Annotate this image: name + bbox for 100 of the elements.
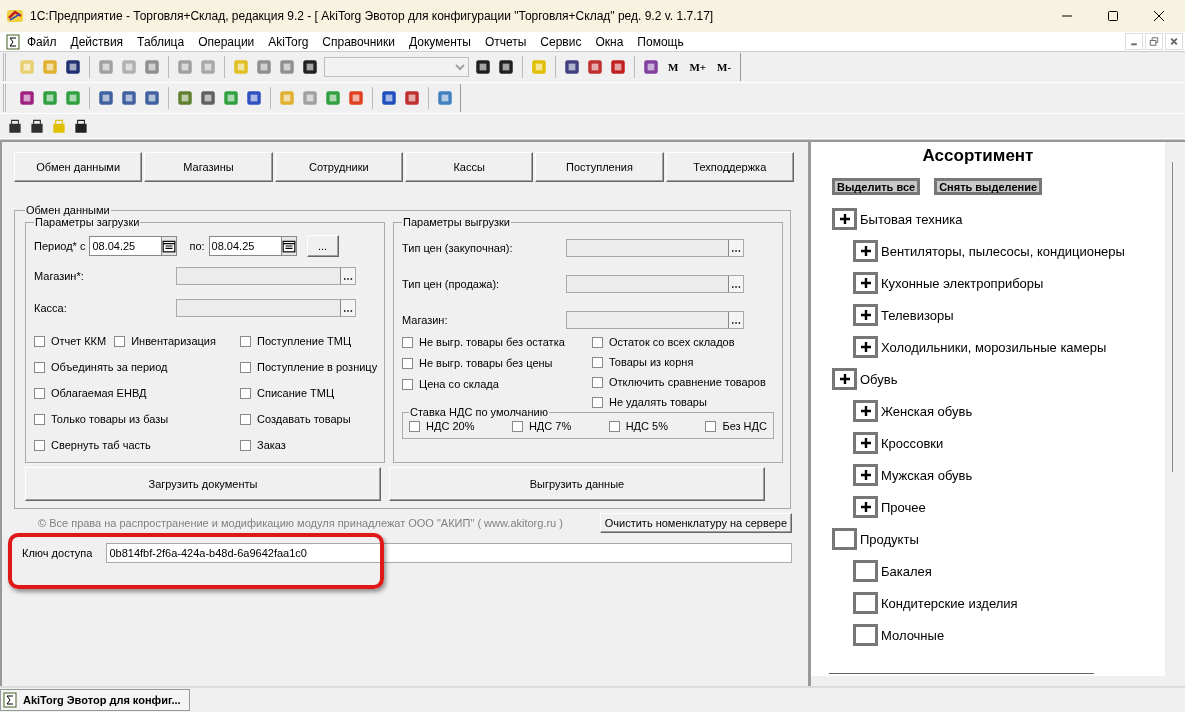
deselect-all-button[interactable]: Снять выделение [934,178,1043,195]
checkbox[interactable] [240,387,251,399]
checkbox[interactable] [34,387,45,399]
tree-item[interactable]: Бытовая техника [860,211,963,227]
checkbox-label: Не удалять товары [609,396,707,408]
menu-item[interactable]: Операции [191,34,262,49]
checkbox[interactable] [240,361,251,373]
checkbox[interactable] [511,420,523,432]
taskbar-button[interactable]: AkiTorg Эвотор для конфиг... [0,689,190,711]
menu-item[interactable]: Отчеты [477,34,534,49]
lock-icon[interactable] [6,117,24,135]
export-data-button[interactable]: Выгрузить данные [389,467,765,501]
checkbox[interactable] [592,396,603,408]
ellipsis-icon[interactable] [340,268,355,284]
menu-item[interactable]: Окна [588,34,631,49]
tree-checkbox[interactable] [853,304,878,326]
menu-item[interactable]: AkiTorg [261,34,316,49]
tree-item[interactable]: Женская обувь [881,403,973,419]
lock-icon[interactable] [28,117,46,135]
checkbox[interactable] [705,420,717,432]
checkbox[interactable] [34,413,45,425]
tree-checkbox[interactable] [853,272,878,294]
date-field[interactable]: 08.04.25 [89,236,178,256]
access-key-field[interactable]: 0b814fbf-2f6a-424a-b48d-6a9642faa1c0 [106,543,792,563]
select-all-button[interactable]: Выделить все [832,178,921,195]
checkbox[interactable] [240,413,251,425]
tree-checkbox[interactable] [853,592,878,614]
checkbox[interactable] [592,356,603,368]
checkbox[interactable] [402,336,413,348]
tree-item[interactable]: Молочные [881,627,945,643]
menu-item[interactable]: Документы [402,34,478,49]
tree-item[interactable]: Обувь [860,371,898,387]
scrollbar[interactable] [829,673,1094,674]
nav-button[interactable]: Магазины [144,152,273,182]
document-sigma-icon[interactable] [6,33,20,50]
nav-button[interactable]: Кассы [405,152,534,182]
memory-button[interactable]: M [665,61,682,73]
memory-button[interactable]: M- [714,61,735,73]
ellipsis-icon[interactable] [728,240,743,256]
scrollbar[interactable] [1172,162,1173,472]
nav-button[interactable]: Сотрудники [274,152,403,182]
checkbox[interactable] [592,376,603,388]
tree-checkbox[interactable] [853,400,878,422]
select-field[interactable] [566,311,744,329]
tree-item[interactable]: Холодильники, морозильные камеры [881,339,1107,355]
select-field[interactable] [176,267,356,285]
tree-checkbox[interactable] [853,624,878,646]
memory-button[interactable]: M+ [686,61,710,73]
tree-checkbox[interactable] [832,368,857,390]
tree-item[interactable]: Кухонные электроприборы [881,275,1044,291]
tree-item[interactable]: Бакалея [881,563,932,579]
ellipsis-icon[interactable] [728,276,743,292]
checkbox[interactable] [34,439,45,451]
select-field[interactable] [566,275,744,293]
clear-button[interactable]: Очистить номенклатуру на сервере [599,513,792,533]
checkbox[interactable] [402,378,413,390]
tree-checkbox[interactable] [853,336,878,358]
checkbox[interactable] [34,335,45,347]
tree-item[interactable]: Вентиляторы, пылесосы, кондиционеры [881,243,1125,259]
tree-checkbox[interactable] [832,528,857,550]
checkbox[interactable] [592,336,603,348]
restore-icon[interactable] [1145,33,1163,50]
tree-item[interactable]: Кроссовки [881,435,944,451]
menu-item[interactable]: Помощь [630,34,691,49]
tree-item[interactable]: Кондитерские изделия [881,595,1018,611]
tree-item[interactable]: Телевизоры [881,307,954,323]
ellipsis-icon[interactable] [728,312,743,328]
menu-item[interactable]: Сервис [533,34,589,49]
menu-item[interactable]: Справочники [315,34,402,49]
tree-checkbox[interactable] [853,496,878,518]
minimize-icon[interactable] [1125,33,1143,50]
maximize-icon[interactable] [1107,10,1119,22]
checkbox[interactable] [608,420,620,432]
date-field[interactable]: 08.04.25 [208,236,297,256]
close-icon[interactable] [1153,10,1165,22]
checkbox[interactable] [409,420,420,432]
tree-item[interactable]: Мужская обувь [881,467,973,483]
checkbox[interactable] [34,361,45,373]
ellipsis-icon[interactable] [340,300,355,316]
nav-button[interactable]: Техподдержка [665,152,794,182]
checkbox[interactable] [402,357,413,369]
tree-item[interactable]: Продукты [860,531,919,547]
tree-checkbox[interactable] [832,208,857,230]
nav-button[interactable]: Обмен данными [14,152,143,182]
tree-checkbox[interactable] [853,432,878,454]
checkbox[interactable] [240,335,251,347]
tree-checkbox[interactable] [853,240,878,262]
menu-item[interactable]: Таблица [130,34,192,49]
select-field[interactable] [566,239,744,257]
load-documents-button[interactable]: Загрузить документы [25,467,381,501]
checkbox[interactable] [240,439,251,451]
tree-checkbox[interactable] [853,560,878,582]
checkbox[interactable] [114,335,126,347]
menu-item[interactable]: Файл [20,34,64,49]
select-field[interactable] [176,299,356,317]
menu-item[interactable]: Действия [63,34,131,49]
period-button[interactable]: ... [306,235,339,257]
nav-button[interactable]: Поступления [535,152,664,182]
tree-item[interactable]: Прочее [881,499,926,515]
tree-checkbox[interactable] [853,464,878,486]
